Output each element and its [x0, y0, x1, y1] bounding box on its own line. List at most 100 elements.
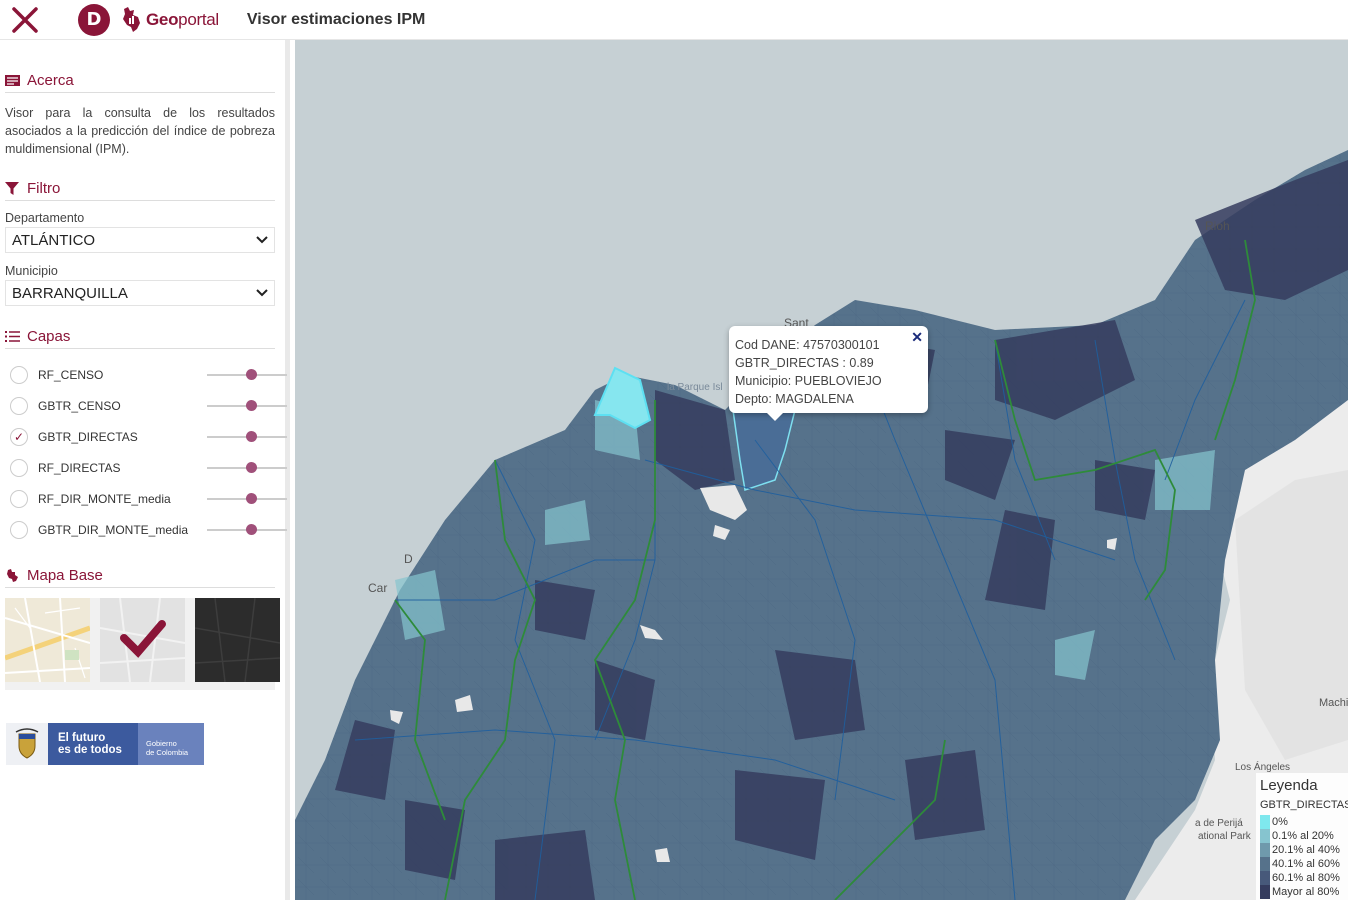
chevron-down-icon [256, 289, 268, 297]
footer-line-2: es de todos [58, 744, 122, 756]
map-label-rioh: Rioh [1205, 219, 1230, 233]
popup-municipio: Municipio: PUEBLOVIEJO [735, 374, 882, 388]
colombia-map-icon [123, 6, 140, 32]
map-label-los-angeles: Los Ángeles [1235, 762, 1291, 773]
map-view[interactable]: Sant Rioh Car D Machi Los Ángeles a de P… [295, 40, 1348, 900]
layer-item-gbtr-censo[interactable]: GBTR_CENSO [10, 390, 287, 421]
opacity-slider[interactable] [207, 493, 287, 504]
coat-of-arms-icon [6, 723, 48, 765]
layer-item-rf-dir-monte-media[interactable]: RF_DIR_MONTE_media [10, 483, 287, 514]
basemap-streets[interactable] [4, 597, 91, 683]
departamento-select[interactable]: ATLÁNTICO [5, 227, 275, 253]
footer-gov-1: Gobierno [146, 739, 177, 748]
top-header: D Geoportal Visor estimaciones IPM [0, 0, 1348, 40]
close-button[interactable] [0, 0, 50, 40]
legend-entry: 0% [1260, 815, 1344, 829]
map-canvas[interactable] [295, 40, 1348, 900]
feature-popup: ✕ Cod DANE: 47570300101 GBTR_DIRECTAS : … [729, 326, 928, 421]
footer-line-1: El futuro [58, 732, 106, 744]
municipio-select[interactable]: BARRANQUILLA [5, 280, 275, 306]
about-section-header: Acerca [5, 72, 275, 93]
slider-thumb[interactable] [246, 369, 257, 380]
opacity-slider[interactable] [207, 400, 287, 411]
layers-title: Capas [27, 328, 71, 345]
legend-entry: 0.1% al 20% [1260, 829, 1344, 843]
page-title: Visor estimaciones IPM [246, 10, 426, 28]
slider-thumb[interactable] [246, 524, 257, 535]
map-label-national-park: ational Park [1198, 831, 1251, 842]
opacity-slider[interactable] [207, 431, 287, 442]
layer-item-rf-censo[interactable]: RF_CENSO [10, 359, 287, 390]
basemap-dark[interactable] [194, 597, 281, 683]
about-title: Acerca [27, 72, 74, 89]
municipio-label: Municipio [5, 264, 58, 278]
legend-entry: 20.1% al 40% [1260, 843, 1344, 857]
legend-swatch [1260, 871, 1270, 885]
layer-item-rf-directas[interactable]: RF_DIRECTAS [10, 452, 287, 483]
departamento-label: Departamento [5, 211, 85, 225]
legend-entry: 60.1% al 80% [1260, 871, 1344, 885]
municipio-value: BARRANQUILLA [12, 284, 128, 302]
filter-icon [5, 181, 21, 197]
sidebar: Acerca Visor para la consulta de los res… [0, 40, 290, 900]
legend-swatch [1260, 815, 1270, 829]
layer-item-gbtr-directas[interactable]: ✓ GBTR_DIRECTAS [10, 421, 287, 452]
layer-list: RF_CENSO GBTR_CENSO ✓ GBTR_DIRECTAS RF_D… [0, 359, 287, 545]
map-label-machi: Machi [1319, 697, 1348, 709]
geoportal-logo: Geoportal [118, 5, 219, 35]
map-label-perija: a de Perijá [1195, 818, 1243, 829]
map-label-car: Car [368, 581, 388, 595]
legend-entry: Mayor al 80% [1260, 885, 1344, 899]
legend-entry: 40.1% al 60% [1260, 857, 1344, 871]
layer-label: GBTR_CENSO [38, 398, 121, 413]
legend-swatch [1260, 885, 1270, 899]
popup-close-button[interactable]: ✕ [911, 328, 923, 346]
layer-label: GBTR_DIR_MONTE_media [38, 522, 189, 537]
close-icon [12, 6, 38, 33]
check-icon: ✓ [13, 429, 25, 444]
opacity-slider[interactable] [207, 524, 287, 535]
legend-swatch [1260, 857, 1270, 871]
layer-radio[interactable] [10, 396, 28, 415]
layer-radio[interactable] [10, 365, 28, 384]
map-label-d: D [404, 552, 413, 566]
legend-layer-name: GBTR_DIRECTAS [1260, 799, 1348, 811]
layer-radio[interactable] [10, 520, 28, 539]
legend-swatch [1260, 843, 1270, 857]
filter-title: Filtro [27, 180, 61, 197]
basemap-section-header: Mapa Base [5, 567, 275, 588]
colombia-map-icon [5, 568, 21, 584]
chevron-down-icon [256, 236, 268, 244]
popup-value: GBTR_DIRECTAS : 0.89 [735, 356, 874, 370]
map-label-isla: la Parque Isl [667, 382, 723, 393]
layer-radio[interactable] [10, 458, 28, 477]
layer-label: RF_DIRECTAS [38, 460, 121, 475]
layer-item-gbtr-dir-monte-media[interactable]: GBTR_DIR_MONTE_media [10, 514, 287, 545]
opacity-slider[interactable] [207, 462, 287, 473]
filter-section-header: Filtro [5, 180, 275, 201]
opacity-slider[interactable] [207, 369, 287, 380]
about-text: Visor para la consulta de los resultados… [5, 106, 275, 156]
departamento-value: ATLÁNTICO [12, 231, 96, 249]
list-icon [5, 329, 21, 345]
basemap-title: Mapa Base [27, 567, 103, 584]
layers-section-header: Capas [5, 328, 275, 349]
legend-swatch [1260, 829, 1270, 843]
basemap-gallery [4, 597, 281, 690]
slider-thumb[interactable] [246, 462, 257, 473]
layer-label: RF_DIR_MONTE_media [38, 491, 171, 506]
map-legend: Leyenda GBTR_DIRECTAS 0% 0.1% al 20% 20.… [1256, 773, 1348, 900]
layer-radio-checked[interactable]: ✓ [10, 427, 28, 446]
slider-thumb[interactable] [246, 431, 257, 442]
dane-logo: D [78, 3, 110, 36]
layer-label: GBTR_DIRECTAS [38, 429, 138, 444]
legend-title: Leyenda [1260, 777, 1318, 794]
layer-label: RF_CENSO [38, 367, 104, 382]
popup-cod-dane: Cod DANE: 47570300101 [735, 338, 880, 352]
slider-thumb[interactable] [246, 493, 257, 504]
layer-radio[interactable] [10, 489, 28, 508]
document-icon [5, 73, 21, 89]
slider-thumb[interactable] [246, 400, 257, 411]
gobierno-colombia-logo: El futuro es de todos Gobierno de Colombia [6, 723, 204, 765]
basemap-light-gray[interactable] [99, 597, 186, 683]
